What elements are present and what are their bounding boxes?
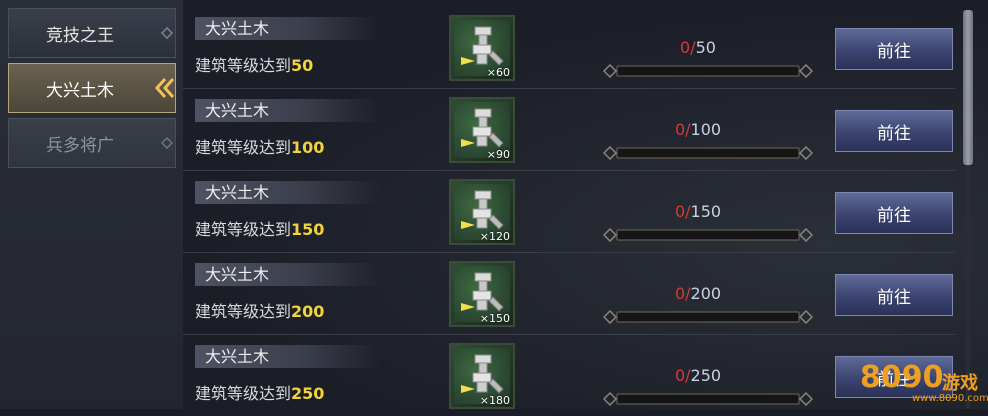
- progress-current: 0: [680, 38, 691, 57]
- condition-requirement: 200: [291, 302, 325, 321]
- progress-target: 250: [690, 366, 722, 385]
- tab-label: 大兴土木: [46, 80, 114, 101]
- reward-quantity: ×90: [486, 148, 510, 161]
- progress-current: 0: [674, 366, 686, 385]
- progress-bar: [603, 64, 813, 78]
- condition-text: 建筑等级达到: [195, 56, 292, 75]
- condition-text: 建筑等级达到: [195, 138, 292, 157]
- task-title: 大兴土木: [195, 17, 380, 40]
- tab-bingduo-jiangguang[interactable]: 兵多将广: [8, 118, 176, 168]
- tab-daxing-tumu[interactable]: 大兴土木: [8, 63, 176, 113]
- progress-current: 0: [674, 284, 686, 303]
- diamond-icon: [161, 27, 173, 39]
- condition-requirement: 100: [291, 138, 325, 157]
- reward-item[interactable]: ×150: [449, 261, 515, 327]
- task-condition: 建筑等级达到250: [195, 380, 324, 404]
- task-list: 大兴土木 建筑等级达到50 ×60 0/50 前往 大兴土木 建筑等级达到100: [183, 0, 988, 409]
- reward-quantity: ×120: [479, 230, 510, 243]
- progress-target: 200: [690, 284, 722, 303]
- task-row: 大兴土木 建筑等级达到100 ×90 0/100 前往: [183, 88, 955, 171]
- task-condition: 建筑等级达到100: [195, 134, 324, 158]
- diamond-icon: [161, 137, 173, 149]
- reward-item[interactable]: ×180: [449, 343, 515, 409]
- progress-target: 150: [690, 202, 722, 221]
- progress-current: 0: [674, 120, 686, 139]
- condition-requirement: 150: [291, 220, 325, 239]
- logo-8090-icon: 8090: [860, 360, 942, 395]
- reward-item[interactable]: ×90: [449, 97, 515, 163]
- logo-text: 游戏: [942, 373, 978, 394]
- progress-target: 50: [695, 38, 716, 57]
- goto-button[interactable]: 前往: [835, 28, 953, 70]
- reward-item[interactable]: ×120: [449, 179, 515, 245]
- reward-quantity: ×180: [479, 394, 510, 407]
- progress-text: 0/50: [598, 38, 798, 57]
- tab-label: 兵多将广: [46, 135, 114, 156]
- logo-brand: 8090: [860, 360, 942, 395]
- reward-quantity: ×150: [479, 312, 510, 325]
- task-condition: 建筑等级达到200: [195, 298, 324, 322]
- goto-button[interactable]: 前往: [835, 110, 953, 152]
- double-chevron-left-icon: [154, 78, 175, 98]
- task-row: 大兴土木 建筑等级达到150 ×120 0/150 前往: [183, 170, 955, 253]
- task-title: 大兴土木: [195, 263, 380, 286]
- condition-text: 建筑等级达到: [195, 302, 292, 321]
- condition-requirement: 250: [291, 384, 325, 403]
- task-condition: 建筑等级达到150: [195, 216, 324, 240]
- goto-button[interactable]: 前往: [835, 192, 953, 234]
- task-condition: 建筑等级达到50: [195, 52, 313, 76]
- reward-quantity: ×60: [486, 66, 510, 79]
- progress-text: 0/150: [598, 202, 798, 221]
- watermark-logo: 8090 游戏 www.8090.com: [860, 355, 988, 409]
- logo-url: www.8090.com: [912, 393, 988, 404]
- progress-current: 0: [674, 202, 686, 221]
- progress-text: 0/200: [598, 284, 798, 303]
- condition-text: 建筑等级达到: [195, 384, 292, 403]
- task-row: 大兴土木 建筑等级达到50 ×60 0/50 前往: [183, 6, 955, 89]
- progress-bar: [603, 146, 813, 160]
- condition-text: 建筑等级达到: [195, 220, 292, 239]
- goto-button[interactable]: 前往: [835, 274, 953, 316]
- tab-jingji-zhiwang[interactable]: 竞技之王: [8, 8, 176, 58]
- progress-text: 0/250: [598, 366, 798, 385]
- task-row: 大兴土木 建筑等级达到200 ×150 0/200 前往: [183, 252, 955, 335]
- progress-bar: [603, 228, 813, 242]
- progress-target: 100: [690, 120, 722, 139]
- task-title: 大兴土木: [195, 181, 380, 204]
- sidebar: 竞技之王 大兴土木 兵多将广: [0, 0, 183, 409]
- tab-label: 竞技之王: [46, 25, 114, 46]
- task-title: 大兴土木: [195, 345, 380, 368]
- reward-item[interactable]: ×60: [449, 15, 515, 81]
- task-row: 大兴土木 建筑等级达到250 ×180 0/250 前往: [183, 334, 955, 416]
- progress-bar: [603, 310, 813, 324]
- condition-requirement: 50: [291, 56, 314, 75]
- progress-text: 0/100: [598, 120, 798, 139]
- task-title: 大兴土木: [195, 99, 380, 122]
- progress-bar: [603, 392, 813, 406]
- scrollbar-thumb[interactable]: [963, 10, 973, 165]
